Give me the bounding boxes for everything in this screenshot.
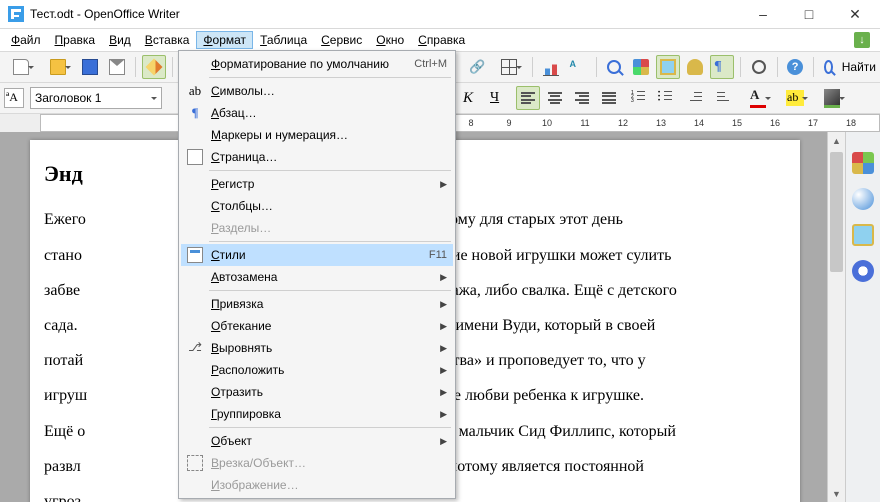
nonprinting-button[interactable]: ¶ [710, 55, 734, 79]
edit-mode-button[interactable] [142, 55, 166, 79]
menu-таблица[interactable]: Таблица [253, 31, 314, 49]
email-button[interactable] [105, 55, 129, 79]
close-button[interactable]: ✕ [832, 0, 878, 28]
find-button[interactable] [602, 55, 626, 79]
maximize-button[interactable]: □ [786, 0, 832, 28]
menu-item-объект[interactable]: Объект▶ [181, 430, 453, 452]
chart-button[interactable] [539, 55, 563, 79]
show-draw-button[interactable]: A [566, 55, 590, 79]
menu-bar: ФайлПравкаВидВставкаФорматТаблицаСервисО… [0, 29, 880, 51]
italic-button[interactable]: К [459, 86, 483, 110]
side-panel [845, 132, 880, 502]
menu-item-группировка[interactable]: Группировка▶ [181, 403, 453, 425]
menu-item-изображение: Изображение… [181, 474, 453, 496]
increase-indent-button[interactable] [711, 86, 735, 110]
menu-файл[interactable]: Файл [4, 31, 48, 49]
title-bar: Тест.odt - OpenOffice Writer – □ ✕ [0, 0, 880, 29]
hyperlink-button[interactable]: 🔗 [465, 55, 489, 79]
save-button[interactable] [78, 55, 102, 79]
format-menu: Форматирование по умолчаниюCtrl+M abСимво… [178, 50, 456, 499]
menu-item-врезка/объект: Врезка/Объект… [181, 452, 453, 474]
menu-item-отразить[interactable]: Отразить▶ [181, 381, 453, 403]
menu-item-выровнять[interactable]: ⎇Выровнять▶ [181, 337, 453, 359]
app-icon [8, 6, 24, 22]
extension-update-icon[interactable] [854, 32, 870, 48]
menu-item-форматирование-по-умолчанию[interactable]: Форматирование по умолчаниюCtrl+M [181, 53, 453, 75]
side-navigator-button[interactable] [852, 260, 874, 282]
help-button[interactable]: ? [783, 55, 807, 79]
styles-button[interactable]: ªA [4, 88, 24, 108]
align-right-button[interactable] [570, 86, 594, 110]
menu-вставка[interactable]: Вставка [138, 31, 197, 49]
side-gallery-button[interactable] [852, 224, 874, 246]
menu-вид[interactable]: Вид [102, 31, 138, 49]
underline-button[interactable]: Ч [486, 86, 510, 110]
bullet-list-button[interactable] [654, 86, 678, 110]
align-center-button[interactable] [543, 86, 567, 110]
zoom-button[interactable] [747, 55, 771, 79]
numbered-list-button[interactable] [627, 86, 651, 110]
menu-формат[interactable]: Формат [196, 31, 253, 49]
find-icon [824, 60, 833, 74]
menu-item-расположить[interactable]: Расположить▶ [181, 359, 453, 381]
menu-item-маркеры-и-нумерация[interactable]: Маркеры и нумерация… [181, 124, 453, 146]
menu-item-абзац[interactable]: ¶Абзац… [181, 102, 453, 124]
menu-item-регистр[interactable]: Регистр▶ [181, 173, 453, 195]
menu-сервис[interactable]: Сервис [314, 31, 369, 49]
align-left-button[interactable] [516, 86, 540, 110]
menu-правка[interactable]: Правка [48, 31, 103, 49]
menu-окно[interactable]: Окно [369, 31, 411, 49]
scroll-up-arrow[interactable]: ▲ [828, 132, 845, 149]
open-button[interactable] [41, 55, 75, 79]
menu-item-обтекание[interactable]: Обтекание▶ [181, 315, 453, 337]
paragraph-style-combo[interactable]: Заголовок 1 [30, 87, 162, 109]
highlight-button[interactable]: ab [778, 86, 812, 110]
menu-item-привязка[interactable]: Привязка▶ [181, 293, 453, 315]
gallery-button[interactable] [656, 55, 680, 79]
scroll-down-arrow[interactable]: ▼ [828, 485, 845, 502]
minimize-button[interactable]: – [740, 0, 786, 28]
table-button[interactable] [492, 55, 526, 79]
new-doc-button[interactable] [4, 55, 38, 79]
font-color-button[interactable]: A [741, 86, 775, 110]
scroll-thumb[interactable] [830, 152, 843, 272]
menu-item-стили[interactable]: СтилиF11 [181, 244, 453, 266]
side-styles-button[interactable] [852, 188, 874, 210]
menu-item-автозамена[interactable]: Автозамена▶ [181, 266, 453, 288]
datasource-button[interactable] [683, 55, 707, 79]
navigator-button[interactable] [629, 55, 653, 79]
background-color-button[interactable] [815, 86, 849, 110]
vertical-scrollbar[interactable]: ▲ ▼ [827, 132, 845, 502]
menu-item-страница[interactable]: Страница… [181, 146, 453, 168]
align-justify-button[interactable] [597, 86, 621, 110]
menu-справка[interactable]: Справка [411, 31, 472, 49]
menu-item-столбцы[interactable]: Столбцы… [181, 195, 453, 217]
menu-item-разделы: Разделы… [181, 217, 453, 239]
find-label[interactable]: Найти [842, 60, 876, 74]
decrease-indent-button[interactable] [684, 86, 708, 110]
menu-item-символы[interactable]: abСимволы… [181, 80, 453, 102]
window-title: Тест.odt - OpenOffice Writer [30, 7, 180, 21]
side-properties-button[interactable] [852, 152, 874, 174]
